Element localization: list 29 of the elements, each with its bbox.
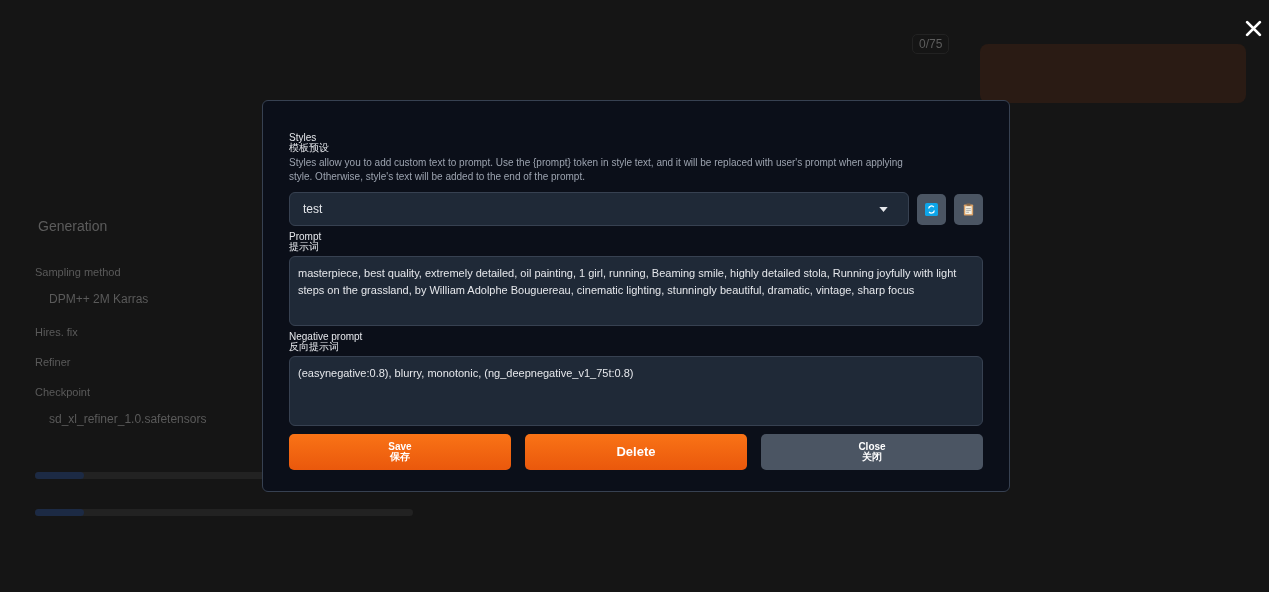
- description-text: Styles allow you to add custom text to prompt. Use the {prompt} token in style text, and it will be replaced with user's prompt when applying style. Otherwise, style's text will be added to the end of the prompt.: [289, 156, 904, 184]
- dropdown[interactable]: sd_xl_refiner_1.0.safetensors: [49, 412, 207, 426]
- field-label: Hires. fix: [35, 326, 78, 338]
- field-label: Prompt: [289, 232, 323, 242]
- field-label: 模板预设: [289, 143, 330, 153]
- close-icon[interactable]: [1245, 20, 1262, 37]
- refresh-icon: [925, 202, 938, 216]
- prompt-field[interactable]: masterpiece, best quality, extremely detailed, oil painting, 1 girl, running, Beaming smile, highly detailed stola, Running joyfully with light steps on the grassland, by William Adolphe Bouguereau, cinematic lighting, stunningly beautiful, dramatic, vintage, sharp focus: [289, 256, 983, 326]
- tab[interactable]: Generation: [38, 218, 108, 234]
- dropdown[interactable]: DPM++ 2M Karras: [49, 292, 149, 306]
- clipboard-icon: [962, 202, 975, 216]
- field-label: 提示词: [289, 242, 319, 252]
- field-label: Refiner: [35, 356, 71, 368]
- refresh-button[interactable]: [917, 193, 946, 225]
- dialog-button[interactable]: Delete: [525, 434, 747, 470]
- caret-icon: [879, 206, 888, 212]
- dialog-button[interactable]: Close 关闭: [761, 434, 983, 470]
- dialog-button[interactable]: Save 保存: [289, 434, 511, 470]
- field-label: Negative prompt: [289, 332, 364, 342]
- token-counter: 0/75: [912, 34, 950, 54]
- prompt-field[interactable]: (easynegative:0.8), blurry, monotonic, (ng_deepnegative_v1_75t:0.8): [289, 356, 983, 426]
- field-label: Checkpoint: [35, 386, 91, 398]
- dropdown-value: test: [303, 202, 323, 216]
- field-label: 反向提示词: [289, 342, 339, 352]
- field-label: Sampling method: [35, 266, 121, 278]
- slider[interactable]: [35, 509, 413, 516]
- style-dropdown[interactable]: test: [289, 192, 909, 226]
- clipboard-button[interactable]: [954, 193, 983, 225]
- field-label: Styles: [289, 133, 318, 143]
